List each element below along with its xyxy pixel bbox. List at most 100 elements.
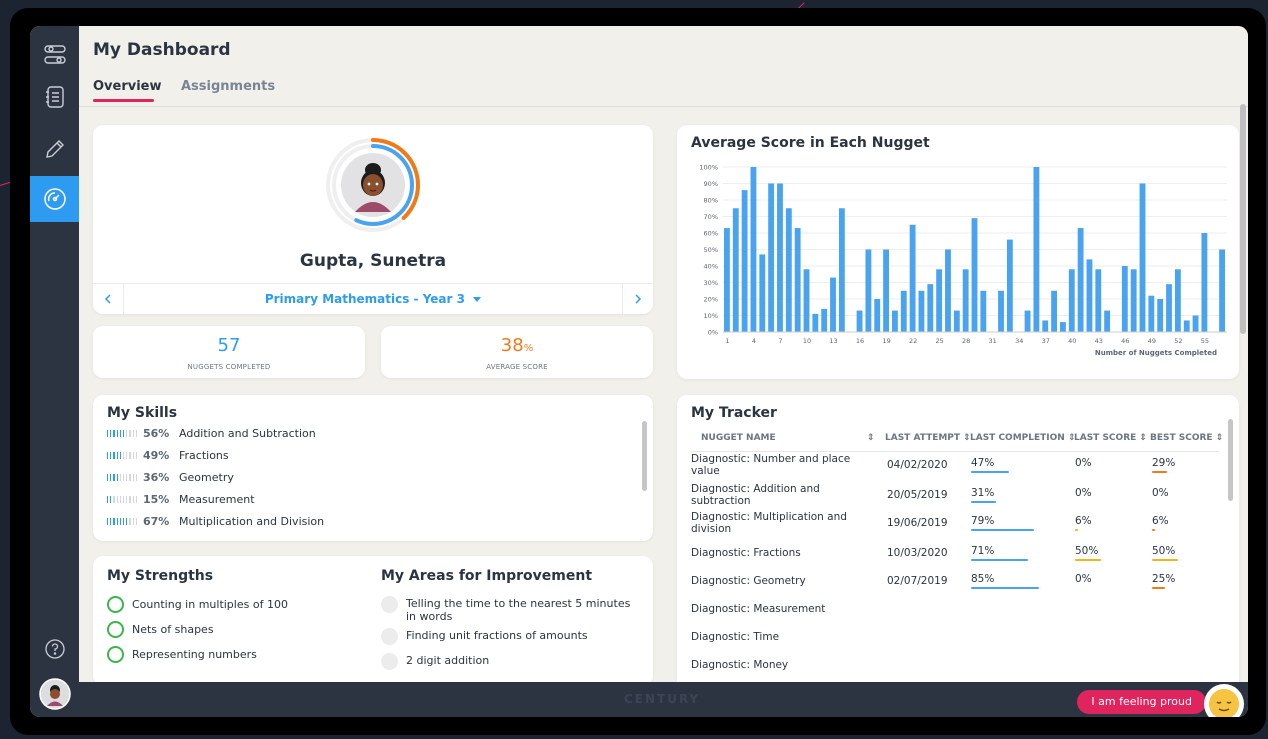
header-last-attempt[interactable]: LAST ATTEMPT ⇕ bbox=[885, 433, 971, 443]
strength-label: Nets of shapes bbox=[132, 623, 214, 636]
toggles-icon[interactable] bbox=[30, 32, 79, 78]
header-best-score[interactable]: BEST SCORE ⇕ bbox=[1150, 433, 1223, 443]
chart-bar bbox=[1130, 269, 1137, 332]
chart-bar bbox=[856, 310, 863, 332]
pencil-icon[interactable] bbox=[30, 126, 79, 172]
tracker-nugget-name[interactable]: Diagnostic: Number and place value bbox=[691, 453, 851, 477]
average-score-value: 38% bbox=[500, 335, 534, 356]
tracker-last-attempt: 20/05/2019 bbox=[887, 489, 948, 501]
y-tick-label: 30% bbox=[704, 279, 718, 287]
y-tick-label: 50% bbox=[704, 246, 718, 254]
chart-bar bbox=[962, 269, 969, 332]
tracker-nugget-name[interactable]: Diagnostic: Addition and subtraction bbox=[691, 483, 851, 507]
active-tab-indicator bbox=[93, 99, 154, 102]
tracker-last-completion: 31% bbox=[971, 487, 995, 499]
tracker-last-score: 0% bbox=[1075, 573, 1092, 585]
y-tick-label: 90% bbox=[704, 180, 718, 188]
page-title: My Dashboard bbox=[93, 40, 231, 60]
chart-bar bbox=[892, 310, 898, 332]
chart-bar bbox=[1139, 183, 1146, 332]
x-tick-label: 34 bbox=[1015, 337, 1023, 345]
student-name: Gupta, Sunetra bbox=[299, 251, 447, 271]
progress-circle-icon bbox=[381, 653, 398, 670]
chart-bar bbox=[998, 290, 1004, 332]
skill-name: Multiplication and Division bbox=[179, 514, 325, 528]
skill-level-bar bbox=[107, 495, 138, 503]
skills-card: My Skills 56% Addition and Subtraction 49%… bbox=[93, 395, 653, 541]
chart-bar bbox=[794, 228, 801, 332]
tracker-nugget-name[interactable]: Diagnostic: Money bbox=[691, 659, 851, 671]
avatar[interactable] bbox=[30, 671, 79, 717]
tracker-nugget-name[interactable]: Diagnostic: Multiplication and division bbox=[691, 511, 851, 535]
tracker-last-score: 50% bbox=[1075, 545, 1099, 557]
chart-bar bbox=[971, 218, 978, 332]
progress-circle-icon bbox=[107, 646, 124, 663]
app-window: My Dashboard Overview Assignments Gupta,… bbox=[30, 26, 1248, 717]
average-score-label: AVERAGE SCORE bbox=[486, 363, 548, 371]
brand-logo: CENTURY bbox=[624, 692, 701, 706]
improvement-item: Finding unit fractions of amounts bbox=[381, 628, 631, 645]
progress-circle-icon bbox=[107, 621, 124, 638]
average-score-chart-card: Average Score in Each Nugget 0% 10% 20% 30%… bbox=[677, 125, 1239, 379]
nuggets-completed-card: 57 NUGGETS COMPLETED bbox=[93, 326, 365, 378]
nuggets-completed-value: 57 bbox=[217, 335, 241, 356]
header-nugget-name[interactable]: NUGGET NAME bbox=[701, 433, 776, 443]
chart-bar bbox=[1006, 239, 1013, 332]
tracker-nugget-name[interactable]: Diagnostic: Fractions bbox=[691, 547, 851, 559]
skill-name: Addition and Subtraction bbox=[179, 426, 316, 440]
y-tick-label: 20% bbox=[704, 296, 718, 304]
tracker-best-score: 50% bbox=[1152, 545, 1176, 557]
x-axis-label: Number of Nuggets Completed bbox=[1095, 349, 1217, 357]
score-underline bbox=[971, 529, 1035, 531]
header-last-score[interactable]: LAST SCORE ⇕ bbox=[1074, 433, 1147, 443]
x-tick-label: 49 bbox=[1148, 337, 1156, 345]
feeling-proud-button[interactable]: I am feeling proud bbox=[1077, 690, 1206, 714]
chart-bar bbox=[1051, 290, 1057, 332]
tracker-nugget-name[interactable]: Diagnostic: Geometry bbox=[691, 575, 851, 587]
tracker-last-attempt: 10/03/2020 bbox=[887, 547, 948, 559]
skill-name: Geometry bbox=[179, 470, 234, 484]
sort-icon[interactable]: ⇕ bbox=[867, 433, 875, 443]
strength-item: Counting in multiples of 100 bbox=[107, 596, 357, 613]
x-tick-label: 40 bbox=[1068, 337, 1076, 345]
strength-label: Representing numbers bbox=[132, 648, 257, 661]
chart-bar bbox=[803, 269, 810, 332]
page-scrollbar[interactable] bbox=[1240, 104, 1246, 334]
tab-assignments[interactable]: Assignments bbox=[181, 79, 275, 94]
tab-divider bbox=[79, 106, 1248, 107]
course-dropdown[interactable]: Primary Mathematics - Year 3 bbox=[123, 284, 623, 314]
chart-bar bbox=[1042, 320, 1049, 332]
help-icon[interactable] bbox=[30, 626, 79, 672]
x-tick-label: 43 bbox=[1095, 337, 1103, 345]
skill-row: 15% Measurement bbox=[107, 491, 255, 507]
tab-overview[interactable]: Overview bbox=[93, 79, 162, 94]
tracker-nugget-name[interactable]: Diagnostic: Measurement bbox=[691, 603, 851, 615]
tracker-nugget-name[interactable]: Diagnostic: Time bbox=[691, 631, 851, 643]
skill-row: 56% Addition and Subtraction bbox=[107, 425, 316, 441]
strengths-card: My Strengths My Areas for Improvement Co… bbox=[93, 556, 653, 686]
sidebar bbox=[30, 26, 79, 717]
skill-percent: 67% bbox=[143, 514, 170, 528]
next-course-button[interactable] bbox=[623, 284, 653, 314]
score-underline bbox=[1075, 559, 1101, 561]
chart-bar bbox=[768, 183, 775, 332]
tracker-scrollbar[interactable] bbox=[1228, 419, 1233, 501]
relieved-face-emoji-icon[interactable] bbox=[1204, 684, 1244, 717]
chart-bar bbox=[1077, 228, 1084, 332]
prev-course-button[interactable] bbox=[93, 284, 123, 314]
chart-bar bbox=[1060, 322, 1066, 332]
score-underline bbox=[971, 559, 1028, 561]
dashboard-gauge-icon[interactable] bbox=[30, 176, 79, 222]
chart-bar bbox=[759, 254, 766, 332]
improvement-item: Telling the time to the nearest 5 minute… bbox=[381, 596, 631, 623]
skills-scrollbar[interactable] bbox=[642, 421, 647, 491]
tracker-best-score: 6% bbox=[1152, 515, 1169, 527]
chart-bar bbox=[953, 310, 960, 332]
score-underline bbox=[1075, 529, 1079, 531]
nuggets-completed-label: NUGGETS COMPLETED bbox=[187, 363, 271, 371]
chart-bar bbox=[874, 299, 881, 332]
header-last-completion[interactable]: LAST COMPLETION ⇕ bbox=[970, 433, 1076, 443]
notebook-icon[interactable] bbox=[30, 74, 79, 120]
tracker-last-completion: 85% bbox=[971, 573, 995, 585]
score-underline bbox=[1152, 559, 1178, 561]
